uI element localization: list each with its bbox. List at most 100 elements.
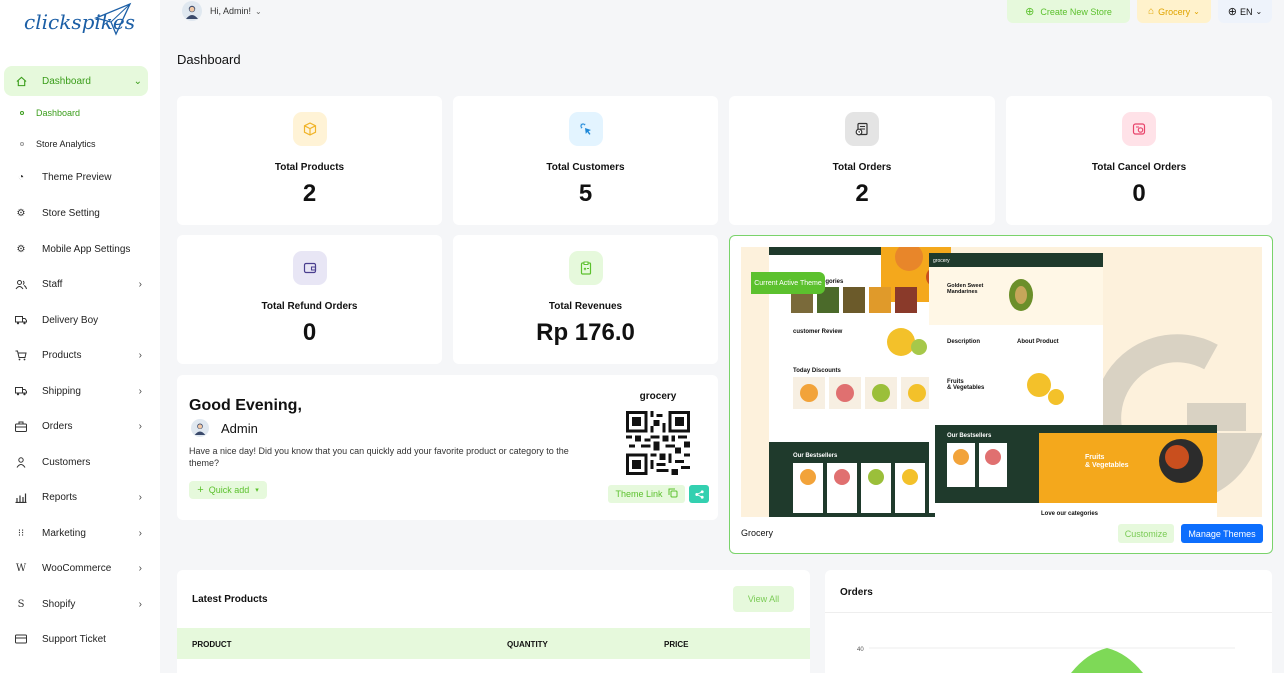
greeting-user: Admin xyxy=(191,419,258,437)
theme-link-label: Theme Link xyxy=(615,489,663,499)
create-store-label: Create New Store xyxy=(1040,6,1112,17)
column-header-price: PRICE xyxy=(664,640,689,649)
page-title: Dashboard xyxy=(177,52,241,67)
sidebar-item-orders[interactable]: Orders › xyxy=(4,411,148,441)
chart-icon xyxy=(14,490,28,504)
stat-value: 2 xyxy=(302,180,317,207)
chevron-right-icon: › xyxy=(138,420,142,432)
mobile-settings-icon: ⚙ xyxy=(16,243,26,255)
stat-label: Total Revenues xyxy=(548,301,623,312)
manage-themes-button[interactable]: Manage Themes xyxy=(1181,524,1263,543)
greeting-card: Good Evening, Admin Have a nice day! Did… xyxy=(177,375,718,520)
share-icon xyxy=(694,489,704,499)
sidebar-subitem-label: Store Analytics xyxy=(36,139,96,149)
brand-logo[interactable]: clickspikes xyxy=(22,2,135,46)
language-selector[interactable]: ⊕ EN ⌄ xyxy=(1218,0,1272,23)
stat-value: 2 xyxy=(855,180,869,207)
user-menu[interactable]: Hi, Admin! ⌄ xyxy=(182,0,262,22)
globe-icon: ⊕ xyxy=(1227,6,1237,18)
sidebar-item-label: Staff xyxy=(42,278,63,290)
truck-icon xyxy=(14,313,28,327)
sidebar-item-woocommerce[interactable]: W WooCommerce › xyxy=(4,553,148,583)
sidebar-item-marketing[interactable]: ⁝⁝ Marketing › xyxy=(4,518,148,548)
orders-area-series xyxy=(1071,648,1143,673)
svg-text:Today Discounts: Today Discounts xyxy=(793,368,842,374)
sidebar-item-mobile-app-settings[interactable]: ⚙ Mobile App Settings xyxy=(4,234,148,264)
chevron-right-icon: › xyxy=(138,598,142,610)
create-store-button[interactable]: ⊕ Create New Store xyxy=(1007,0,1130,23)
theme-icon: ◔ xyxy=(17,171,25,183)
shopify-icon: S xyxy=(17,598,25,610)
sidebar-subitem-dashboard[interactable]: Dashboard xyxy=(20,108,80,118)
view-all-button[interactable]: View All xyxy=(733,586,794,612)
qr-code[interactable] xyxy=(626,411,690,475)
sidebar-item-theme-preview[interactable]: ◔ Theme Preview xyxy=(4,162,148,192)
stat-value: Rp 176.0 xyxy=(536,319,635,346)
svg-text:& Vegetables: & Vegetables xyxy=(947,385,985,391)
chevron-right-icon: › xyxy=(138,527,142,539)
greeting-title: Good Evening, xyxy=(189,397,302,414)
sidebar-item-shipping[interactable]: Shipping › xyxy=(4,376,148,406)
stat-value: 0 xyxy=(302,319,317,346)
avatar xyxy=(191,419,209,437)
sidebar-item-dashboard[interactable]: Dashboard ⌄ xyxy=(4,66,148,96)
staff-icon xyxy=(14,277,28,291)
settings-icon: ⚙ xyxy=(16,207,26,219)
sidebar-item-delivery-boy[interactable]: Delivery Boy xyxy=(4,305,148,335)
order-icon xyxy=(845,112,879,146)
stat-label: Total Refund Orders xyxy=(261,301,358,312)
sidebar-item-staff[interactable]: Staff › xyxy=(4,269,148,299)
wallet-icon xyxy=(292,251,327,285)
woocommerce-icon: W xyxy=(15,562,27,574)
theme-link-button[interactable]: Theme Link xyxy=(608,485,685,503)
sidebar-item-label: Mobile App Settings xyxy=(42,243,131,255)
sidebar-subitem-label: Dashboard xyxy=(36,108,81,118)
sidebar-item-label: Dashboard xyxy=(42,75,91,87)
box-icon xyxy=(292,112,327,146)
orders-chart: 40 xyxy=(857,647,1235,673)
current-theme-badge: Current Active Theme xyxy=(751,272,825,294)
theme-preview-image[interactable]: e our categories customer Review Today D… xyxy=(741,247,1262,517)
copy-icon xyxy=(668,488,678,500)
sidebar-item-shopify[interactable]: S Shopify › xyxy=(4,589,148,619)
sidebar-subitem-store-analytics[interactable]: Store Analytics xyxy=(20,139,96,149)
latest-products-card: Latest Products View All PRODUCT QUANTIT… xyxy=(177,570,810,673)
svg-text:Love our categories: Love our categories xyxy=(1041,511,1099,517)
chevron-right-icon: › xyxy=(138,278,142,290)
quick-add-button[interactable]: + Quick add ▾ xyxy=(189,481,267,499)
column-header-quantity: QUANTITY xyxy=(507,640,548,649)
stat-label: Total Customers xyxy=(546,162,625,173)
user-greeting: Hi, Admin! xyxy=(210,6,252,16)
sidebar-item-customers[interactable]: Customers xyxy=(4,447,148,477)
stat-card-total-customers: Total Customers 5 xyxy=(453,96,718,225)
ticket-icon xyxy=(14,632,28,646)
store-selector[interactable]: ⌂ Grocery ⌄ xyxy=(1137,0,1211,23)
stat-card-total-products: Total Products 2 xyxy=(177,96,442,225)
svg-text:Mandarines: Mandarines xyxy=(947,289,978,295)
stat-label: Total Products xyxy=(274,162,345,173)
chevron-down-icon: ⌄ xyxy=(1193,7,1200,16)
sidebar-item-reports[interactable]: Reports › xyxy=(4,482,148,512)
chevron-right-icon: › xyxy=(138,349,142,361)
sidebar-item-support-ticket[interactable]: Support Ticket xyxy=(4,624,148,654)
sidebar-item-label: Delivery Boy xyxy=(42,314,99,326)
sidebar-item-label: Shopify xyxy=(42,598,76,610)
svg-text:customer Review: customer Review xyxy=(793,329,843,335)
user-icon xyxy=(14,455,28,469)
bullet-icon xyxy=(20,142,24,146)
latest-products-title: Latest Products xyxy=(192,594,268,605)
chevron-down-icon: ▾ xyxy=(255,487,259,494)
orders-chart-card: Orders 40 xyxy=(825,570,1272,673)
sidebar-item-products[interactable]: Products › xyxy=(4,340,148,370)
clipboard-icon xyxy=(568,251,603,285)
customize-button[interactable]: Customize xyxy=(1118,524,1174,543)
sidebar-item-store-setting[interactable]: ⚙ Store Setting xyxy=(4,198,148,228)
orders-chart-title: Orders xyxy=(840,587,873,598)
stat-label: Total Orders xyxy=(832,162,892,173)
svg-text:& Vegetables: & Vegetables xyxy=(1085,462,1129,469)
bullet-icon xyxy=(20,111,24,115)
share-button[interactable] xyxy=(689,485,709,503)
home-icon xyxy=(14,74,28,88)
svg-text:Fruits: Fruits xyxy=(1085,454,1105,461)
svg-text:Our Bestsellers: Our Bestsellers xyxy=(947,433,992,439)
